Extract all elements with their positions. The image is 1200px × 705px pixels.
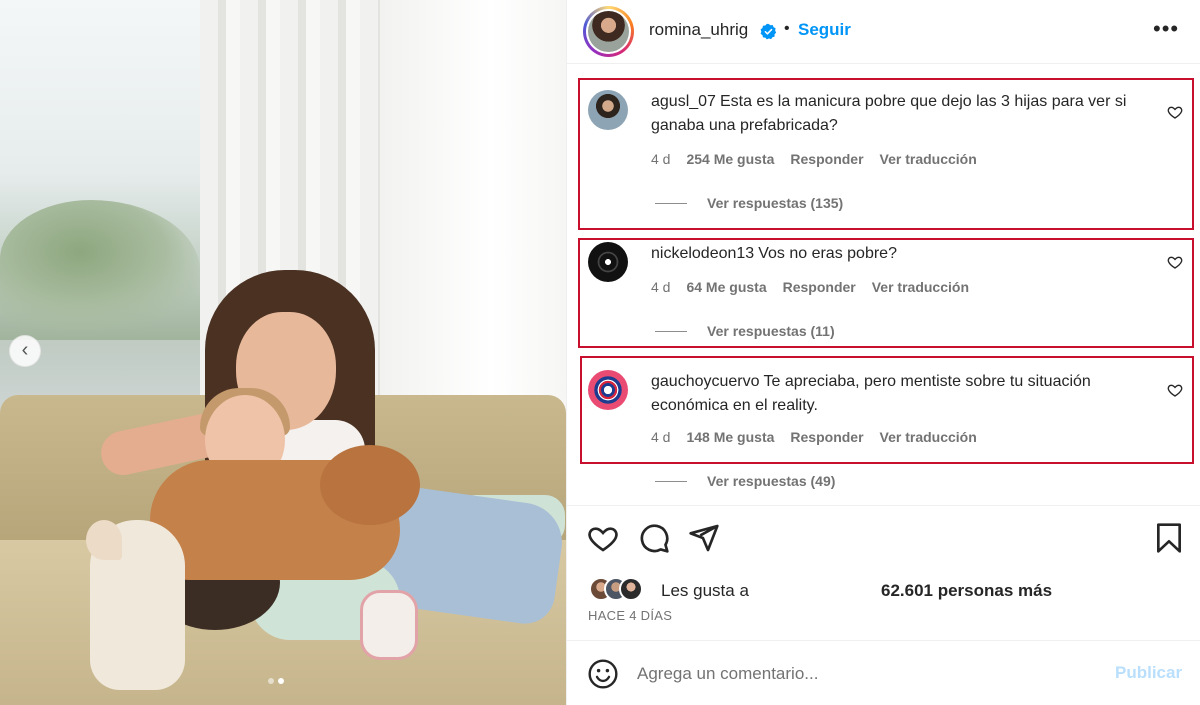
heart-icon[interactable] xyxy=(1167,254,1183,270)
comment-reply-button[interactable]: Responder xyxy=(790,429,863,445)
photo-curtain-right xyxy=(380,0,566,430)
comment-item: nickelodeon13 Vos no eras pobre? 4 d 64 M… xyxy=(567,228,1200,348)
post-actions: Les gusta a 62.601 personas más HACE 4 D… xyxy=(567,505,1200,640)
comment-translate-button[interactable]: Ver traducción xyxy=(880,151,977,167)
comment-username[interactable]: gauchoycuervo xyxy=(651,373,760,390)
bookmark-icon[interactable] xyxy=(1153,522,1185,554)
comment-reply-button[interactable]: Responder xyxy=(783,279,856,295)
more-icon[interactable]: ••• xyxy=(1153,16,1179,42)
post-header: romina_uhrig • Seguir ••• xyxy=(567,0,1200,64)
verified-badge-icon xyxy=(760,23,777,40)
comment-meta: 4 d 64 Me gusta Responder Ver traducción xyxy=(651,279,969,295)
comment-meta: 4 d 148 Me gusta Responder Ver traducció… xyxy=(651,429,977,445)
likes-count[interactable]: 62.601 personas más xyxy=(881,581,1052,601)
comment-avatar[interactable] xyxy=(588,90,628,130)
comment-translate-button[interactable]: Ver traducción xyxy=(880,429,977,445)
comment-text: Vos no eras pobre? xyxy=(758,245,897,262)
comment-likes[interactable]: 254 Me gusta xyxy=(686,151,774,167)
post-photo[interactable]: ‹ xyxy=(0,0,566,705)
comment-age[interactable]: 4 d xyxy=(651,279,670,295)
heart-icon[interactable] xyxy=(1167,104,1183,120)
comment-meta: 4 d 254 Me gusta Responder Ver traducció… xyxy=(651,151,977,167)
carousel-dots xyxy=(268,678,284,684)
comment-reply-button[interactable]: Responder xyxy=(790,151,863,167)
comment-username[interactable]: agusl_07 xyxy=(651,93,716,110)
author-avatar[interactable] xyxy=(583,6,634,57)
view-replies-label: Ver respuestas (135) xyxy=(707,195,844,211)
post-date[interactable]: HACE 4 DÍAS xyxy=(588,608,672,623)
chevron-left-icon: ‹ xyxy=(21,339,29,361)
comment-age[interactable]: 4 d xyxy=(651,429,670,445)
share-icon[interactable] xyxy=(688,522,720,554)
post-side-panel: romina_uhrig • Seguir ••• agusl_07 Esta e… xyxy=(566,0,1200,705)
photo-window xyxy=(0,0,230,430)
comment-likes[interactable]: 64 Me gusta xyxy=(686,279,766,295)
heart-icon[interactable] xyxy=(1167,382,1183,398)
comment-item: gauchoycuervo Te apreciaba, pero mentiste… xyxy=(567,356,1200,496)
liked-by-avatars[interactable] xyxy=(589,577,643,601)
publish-button[interactable]: Publicar xyxy=(1115,663,1182,683)
view-replies-label: Ver respuestas (49) xyxy=(707,473,836,489)
view-replies-button[interactable]: Ver respuestas (135) xyxy=(655,195,843,211)
view-replies-button[interactable]: Ver respuestas (11) xyxy=(655,323,835,339)
view-replies-label: Ver respuestas (11) xyxy=(707,323,835,339)
avatar xyxy=(619,577,643,601)
comment-icon[interactable] xyxy=(638,522,670,554)
header-separator: • xyxy=(784,20,790,37)
likes-prefix: Les gusta a xyxy=(661,581,749,600)
comment-text: Esta es la manicura pobre que dejo las 3… xyxy=(651,93,1127,134)
comment-avatar[interactable] xyxy=(588,370,628,410)
comment-input[interactable] xyxy=(637,661,1097,687)
follow-button[interactable]: Seguir xyxy=(798,20,851,40)
emoji-icon[interactable] xyxy=(587,658,619,690)
author-username[interactable]: romina_uhrig xyxy=(649,20,748,40)
comment-username[interactable]: nickelodeon13 xyxy=(651,245,754,262)
carousel-prev-button[interactable]: ‹ xyxy=(9,335,41,367)
carousel-dot xyxy=(268,678,274,684)
comment-item: agusl_07 Esta es la manicura pobre que de… xyxy=(567,76,1200,226)
comment-avatar[interactable] xyxy=(588,242,628,282)
heart-icon[interactable] xyxy=(587,522,619,554)
view-replies-button[interactable]: Ver respuestas (49) xyxy=(655,473,835,489)
comment-composer: Publicar xyxy=(567,640,1200,705)
comment-age[interactable]: 4 d xyxy=(651,151,670,167)
comment-translate-button[interactable]: Ver traducción xyxy=(872,279,969,295)
comment-likes[interactable]: 148 Me gusta xyxy=(686,429,774,445)
carousel-dot-active xyxy=(278,678,284,684)
